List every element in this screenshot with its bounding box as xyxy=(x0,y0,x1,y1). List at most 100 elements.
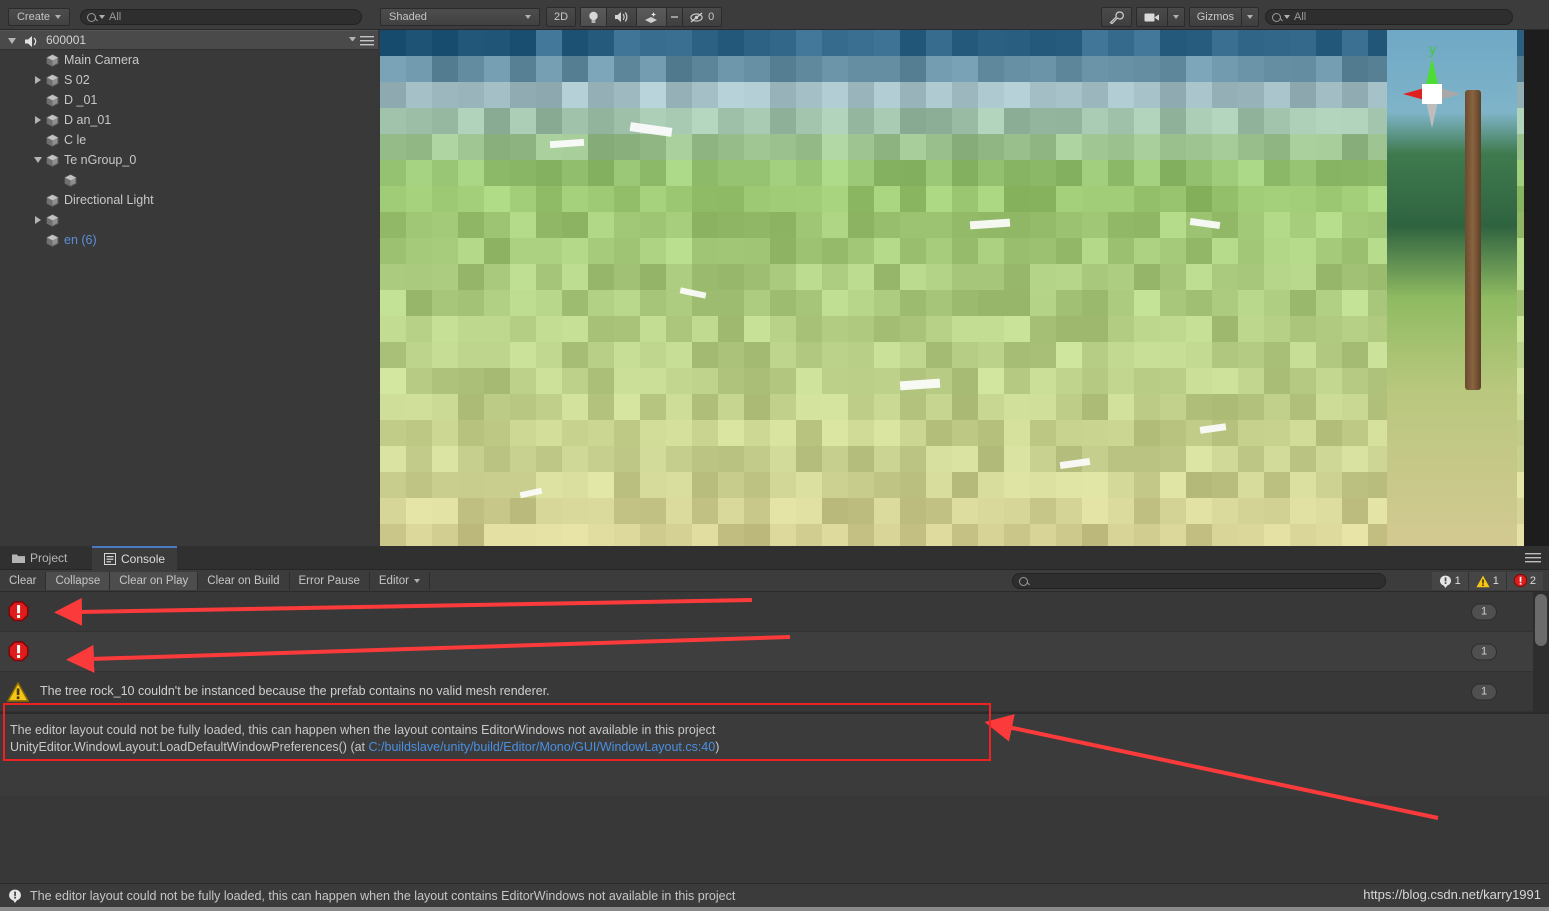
scene-audio-toggle[interactable] xyxy=(607,8,638,26)
watermark-text: https://blog.csdn.net/karry1991 xyxy=(1363,887,1541,902)
info-counter[interactable]: 1 xyxy=(1431,572,1469,590)
console-log-row[interactable]: 1 xyxy=(0,592,1549,632)
tab-project[interactable]: Project xyxy=(0,546,79,570)
console-log-text: The tree rock_10 couldn't be instanced b… xyxy=(40,684,550,698)
gameobject-cube-icon xyxy=(46,73,59,87)
chevron-down-icon xyxy=(413,578,420,583)
dock-options-menu-icon[interactable] xyxy=(1525,552,1541,564)
scene-view-toolbar: Shaded 2D 0 Gizmos All xyxy=(380,5,1549,29)
create-button-label: Create xyxy=(16,11,51,23)
hierarchy-search-input[interactable]: All xyxy=(80,9,362,25)
info-icon xyxy=(1439,575,1451,588)
console-log-row[interactable]: 1 xyxy=(0,632,1549,672)
hierarchy-item[interactable] xyxy=(0,170,378,190)
error-icon xyxy=(7,600,29,621)
scene-search-input[interactable]: All xyxy=(1265,9,1513,25)
tab-console[interactable]: Console xyxy=(92,546,178,570)
info-count: 1 xyxy=(1454,575,1461,587)
hierarchy-item[interactable]: en (6) xyxy=(0,230,378,250)
hierarchy-item-label: Directional Light xyxy=(64,193,154,207)
scene-axis-gizmo[interactable]: y xyxy=(1377,40,1487,145)
warning-counter[interactable]: 1 xyxy=(1468,572,1507,590)
console-button-label: Editor xyxy=(378,574,409,587)
console-log-scrollbar[interactable] xyxy=(1533,592,1549,712)
console-button-label: Clear on Build xyxy=(207,574,280,587)
chevron-right-icon[interactable] xyxy=(30,116,46,124)
error-counter[interactable]: 2 xyxy=(1506,572,1543,590)
hierarchy-item[interactable]: Directional Light xyxy=(0,190,378,210)
hierarchy-item-label: Main Camera xyxy=(64,53,140,67)
hierarchy-item-label: C le xyxy=(64,133,87,147)
scene-effects-toggle[interactable] xyxy=(637,8,668,26)
scene-audio-icon xyxy=(25,36,37,47)
scene-camera-dropdown[interactable] xyxy=(1168,8,1184,26)
scene-render-mosaic xyxy=(380,30,1524,546)
console-button-clear-on-play[interactable]: Clear on Play xyxy=(110,571,199,590)
gizmos-dropdown[interactable] xyxy=(1242,8,1258,26)
console-button-label: Clear xyxy=(9,574,37,587)
scene-view[interactable]: y xyxy=(380,30,1549,546)
chevron-right-icon[interactable] xyxy=(30,157,46,163)
console-button-collapse[interactable]: Collapse xyxy=(46,571,111,590)
hierarchy-item[interactable]: C le xyxy=(0,130,378,150)
hierarchy-scene-row[interactable]: 600001 xyxy=(0,30,378,50)
chevron-down-icon[interactable] xyxy=(34,157,42,163)
scene-effects-dropdown[interactable] xyxy=(667,8,684,26)
console-button-clear-on-build[interactable]: Clear on Build xyxy=(198,571,290,590)
gameobject-cube-icon xyxy=(46,213,59,227)
console-button-label: Collapse xyxy=(55,574,101,587)
hierarchy-item[interactable]: Main Camera xyxy=(0,50,378,70)
scene-tool-button[interactable] xyxy=(1102,8,1131,26)
console-log-count-badge: 1 xyxy=(1471,643,1497,660)
chevron-right-icon[interactable] xyxy=(35,216,41,224)
scene-lighting-toggle[interactable] xyxy=(581,8,608,26)
status-bar[interactable]: The editor layout could not be fully loa… xyxy=(0,883,1549,907)
hierarchy-item[interactable]: Te nGroup_0 xyxy=(0,150,378,170)
gizmo-y-label: y xyxy=(1429,41,1436,57)
hierarchy-item[interactable]: D an_01 xyxy=(0,110,378,130)
hierarchy-toolbar: Create All xyxy=(0,5,378,29)
chevron-right-icon[interactable] xyxy=(35,76,41,84)
wrench-icon xyxy=(1109,10,1124,24)
console-button-editor[interactable]: Editor xyxy=(370,571,430,590)
console-button-clear[interactable]: Clear xyxy=(0,571,47,590)
search-filter-chevron-icon xyxy=(1284,15,1290,19)
chevron-down-icon[interactable] xyxy=(8,38,16,44)
hierarchy-item-label: en (6) xyxy=(64,233,97,247)
window-bottom-edge xyxy=(0,907,1549,911)
chevron-right-icon[interactable] xyxy=(35,116,41,124)
camera-icon xyxy=(1144,13,1159,21)
scene-camera-button[interactable] xyxy=(1137,8,1168,26)
draw-mode-label: Shaded xyxy=(389,11,427,23)
gizmos-button[interactable]: Gizmos xyxy=(1190,8,1242,26)
hierarchy-item[interactable] xyxy=(0,210,378,230)
hamburger-menu-icon[interactable] xyxy=(360,36,374,46)
hierarchy-item-label: D _01 xyxy=(64,93,98,107)
console-log-list[interactable]: 1 1 The tree rock_10 couldn't be instanced… xyxy=(0,592,1549,752)
scene-search-text: All xyxy=(1294,11,1307,23)
scene-menu-chevron-icon[interactable] xyxy=(349,37,356,41)
scene-viewport[interactable]: y xyxy=(380,30,1524,546)
console-search-input[interactable] xyxy=(1012,573,1386,589)
console-button-error-pause[interactable]: Error Pause xyxy=(290,571,370,590)
toggle-2d-button[interactable]: 2D xyxy=(547,8,575,26)
create-button[interactable]: Create xyxy=(8,8,70,26)
chevron-down-icon xyxy=(525,15,531,19)
hierarchy-item[interactable]: S 02 xyxy=(0,70,378,90)
search-filter-chevron-icon xyxy=(99,15,105,19)
console-log-scrollbar-thumb[interactable] xyxy=(1535,594,1547,646)
folder-icon xyxy=(12,554,25,563)
hierarchy-item[interactable]: D _01 xyxy=(0,90,378,110)
console-log-count-badge: 1 xyxy=(1471,603,1497,620)
draw-mode-dropdown[interactable]: Shaded xyxy=(380,8,540,26)
scene-hidden-objects-toggle[interactable]: 0 xyxy=(683,8,721,26)
sparkle-icon xyxy=(645,11,658,23)
annotation-rectangle xyxy=(3,703,991,761)
gameobject-cube-icon xyxy=(46,193,59,207)
chevron-right-icon[interactable] xyxy=(30,216,46,224)
gizmos-label: Gizmos xyxy=(1196,11,1234,23)
chevron-right-icon[interactable] xyxy=(30,76,46,84)
chevron-down-icon xyxy=(1247,15,1253,19)
console-button-label: Error Pause xyxy=(298,574,360,587)
gameobject-cube-icon xyxy=(64,173,77,187)
